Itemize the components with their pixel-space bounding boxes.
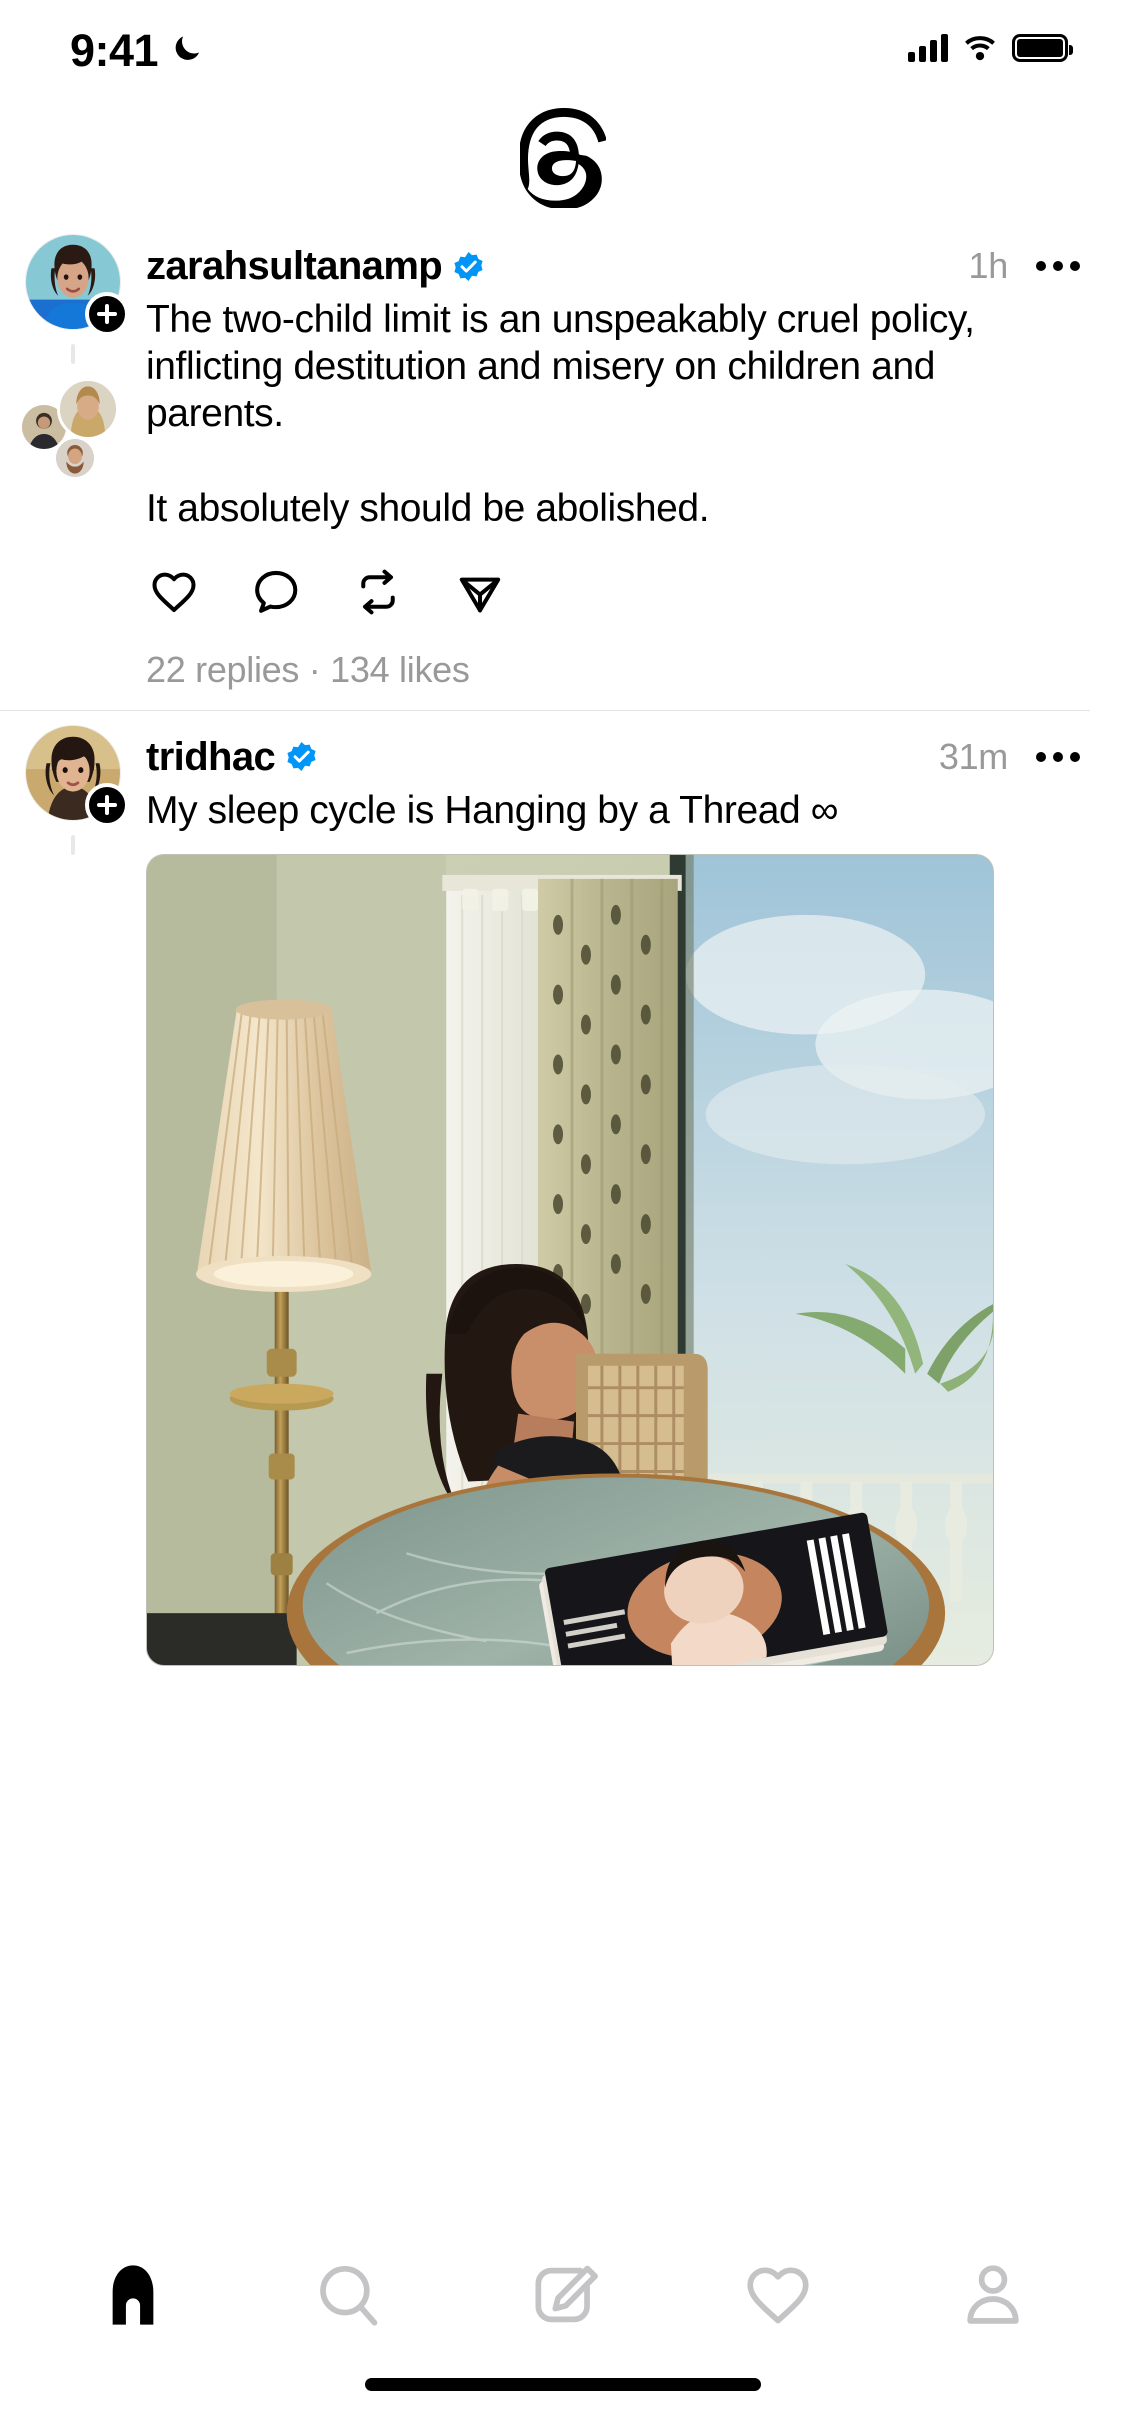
post-meta-row[interactable]: 22 replies · 134 likes — [146, 630, 1082, 710]
post-text: My sleep cycle is Hanging by a Thread ∞ — [146, 788, 839, 832]
reply-facepile[interactable] — [15, 374, 131, 482]
post-item[interactable]: zarahsultanamp 1h The two-child limit is… — [0, 220, 1126, 711]
facepile-portrait-2 — [60, 381, 116, 437]
home-indicator[interactable] — [365, 2378, 761, 2391]
post-rail — [0, 220, 146, 482]
post-timestamp: 1h — [968, 245, 1009, 286]
heart-icon — [152, 572, 196, 612]
more-dot — [1070, 261, 1080, 271]
facepile-portrait-3 — [56, 439, 94, 477]
post-actions — [140, 558, 1082, 626]
search-icon — [320, 2265, 378, 2326]
feed[interactable]: zarahsultanamp 1h The two-child limit is… — [0, 220, 1126, 2222]
post-more-button[interactable] — [1034, 744, 1082, 770]
post-item[interactable]: tridhac 31m My sleep cycle is Hanging by… — [0, 711, 1126, 1667]
more-dot — [1036, 751, 1046, 762]
avatar[interactable] — [25, 234, 129, 336]
verified-badge-icon — [287, 742, 316, 772]
avatar[interactable] — [25, 724, 129, 827]
tab-activity[interactable] — [703, 2240, 853, 2350]
post-header: zarahsultanamp 1h — [146, 238, 1082, 294]
status-bar-left: 9:41 — [70, 24, 204, 73]
bottom-tab-bar[interactable] — [0, 2222, 1126, 2368]
home-indicator-area — [0, 2368, 1126, 2436]
more-dot — [1036, 261, 1046, 271]
post-header: tridhac 31m — [146, 729, 1082, 785]
post-photo — [147, 855, 993, 1666]
home-icon — [113, 2265, 154, 2325]
post-meta-text: 22 replies · 134 likes — [146, 648, 470, 690]
post-image-attachment[interactable] — [146, 854, 994, 1667]
wifi-icon — [965, 36, 995, 61]
post-username[interactable]: zarahsultanamp — [146, 246, 443, 286]
battery-icon — [1012, 34, 1073, 62]
tab-profile[interactable] — [918, 2240, 1068, 2350]
post-rail — [0, 711, 146, 855]
threads-app-screen: 9:41 zarahsultanamp 1h The two-child lim… — [0, 0, 1126, 2436]
threads-logo[interactable] — [520, 108, 606, 208]
status-bar: 9:41 — [0, 0, 1126, 96]
moon-icon — [175, 36, 200, 60]
more-dot — [1070, 751, 1080, 762]
compose-icon — [535, 2265, 598, 2323]
heart-icon — [747, 2267, 809, 2324]
facepile-avatar — [53, 436, 97, 480]
follow-plus-badge[interactable] — [85, 782, 129, 827]
profile-icon — [966, 2265, 1019, 2324]
share-button[interactable] — [446, 558, 514, 626]
tab-search[interactable] — [273, 2240, 423, 2350]
thread-connector-line — [71, 834, 75, 855]
like-button[interactable] — [140, 558, 208, 626]
reply-button[interactable] — [242, 558, 310, 626]
post-body: tridhac 31m My sleep cycle is Hanging by… — [146, 711, 1090, 1667]
tab-compose[interactable] — [488, 2240, 638, 2350]
follow-plus-badge[interactable] — [85, 292, 129, 336]
repost-icon — [361, 569, 395, 615]
more-dot — [1053, 261, 1063, 271]
repost-button[interactable] — [344, 558, 412, 626]
status-bar-clock: 9:41 — [70, 24, 159, 76]
post-text: The two-child limit is an unspeakably cr… — [146, 298, 975, 530]
post-timestamp: 31m — [938, 735, 1008, 777]
app-header — [0, 96, 1126, 220]
post-username[interactable]: tridhac — [146, 737, 276, 777]
signal-bars-icon — [908, 34, 948, 62]
post-body: zarahsultanamp 1h The two-child limit is… — [146, 220, 1090, 710]
verified-badge-icon — [454, 251, 483, 281]
post-more-button[interactable] — [1034, 253, 1082, 279]
facepile-avatar — [57, 378, 119, 440]
share-icon — [459, 577, 501, 613]
thread-connector-line — [71, 344, 75, 364]
status-bar-right — [908, 34, 1073, 62]
tab-home[interactable] — [58, 2240, 208, 2350]
more-dot — [1053, 751, 1063, 762]
comment-icon — [255, 570, 298, 613]
